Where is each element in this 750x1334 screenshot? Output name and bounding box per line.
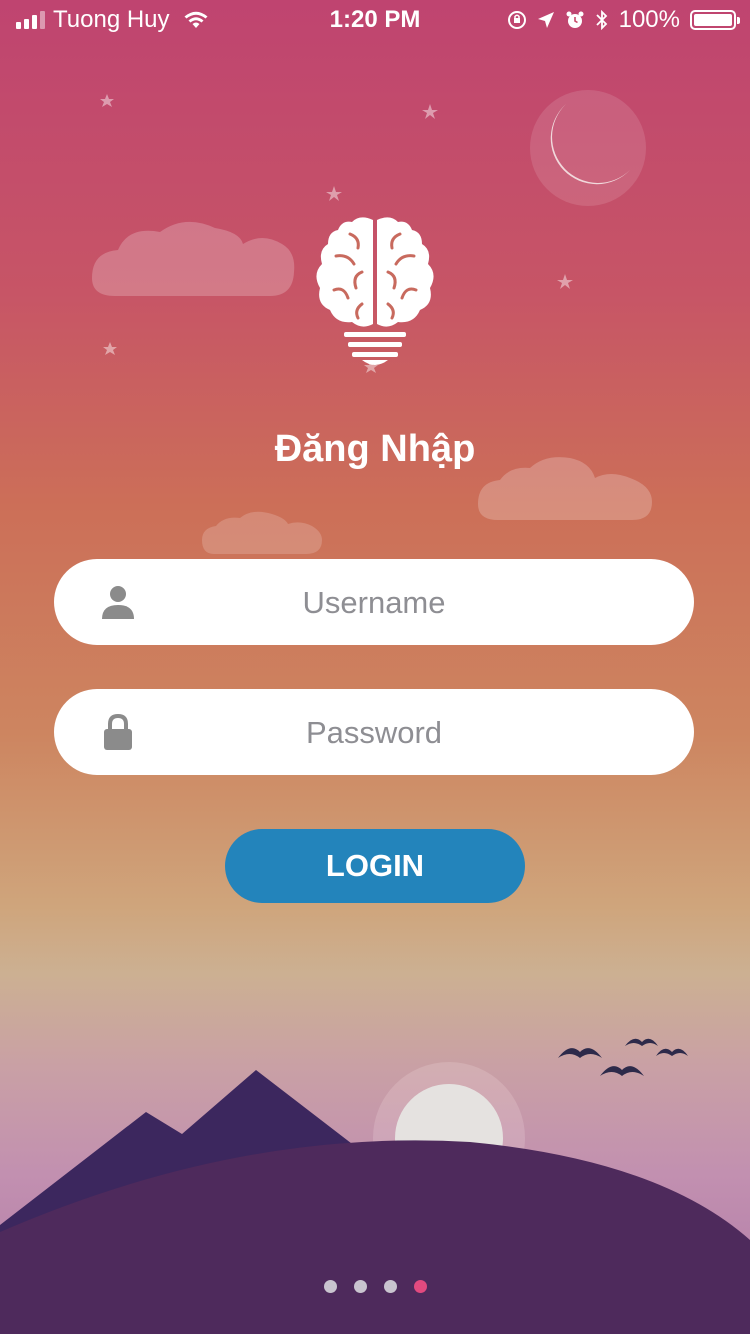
page-dot[interactable] [323,1280,337,1293]
bluetooth-icon [595,10,607,30]
login-button[interactable]: LOGIN [225,829,525,903]
login-title: Đăng Nhập [274,428,476,470]
page-dot-active[interactable] [413,1280,427,1293]
password-input[interactable] [154,707,594,759]
orientation-lock-icon [507,11,526,29]
birds-icon [558,1038,688,1076]
page-dot[interactable] [383,1280,397,1293]
location-arrow-icon [537,12,554,28]
page-indicator [0,1280,750,1293]
status-bar: Tuong Huy 1:20 PM 100% [0,0,750,40]
battery-percent: 100% [618,6,680,33]
brain-logo-icon [316,217,434,365]
cloud-icon [202,511,322,554]
battery-icon [690,10,740,30]
moon-icon [530,90,646,206]
page-dot[interactable] [353,1280,367,1293]
background-scenery [0,90,750,1334]
password-field[interactable] [54,689,694,775]
username-field[interactable] [54,559,694,645]
lock-icon [104,713,132,750]
user-icon [102,586,134,619]
cloud-icon [92,221,295,296]
alarm-icon [566,11,584,28]
username-input[interactable] [154,577,594,629]
status-bar-right: 100% [507,6,740,34]
